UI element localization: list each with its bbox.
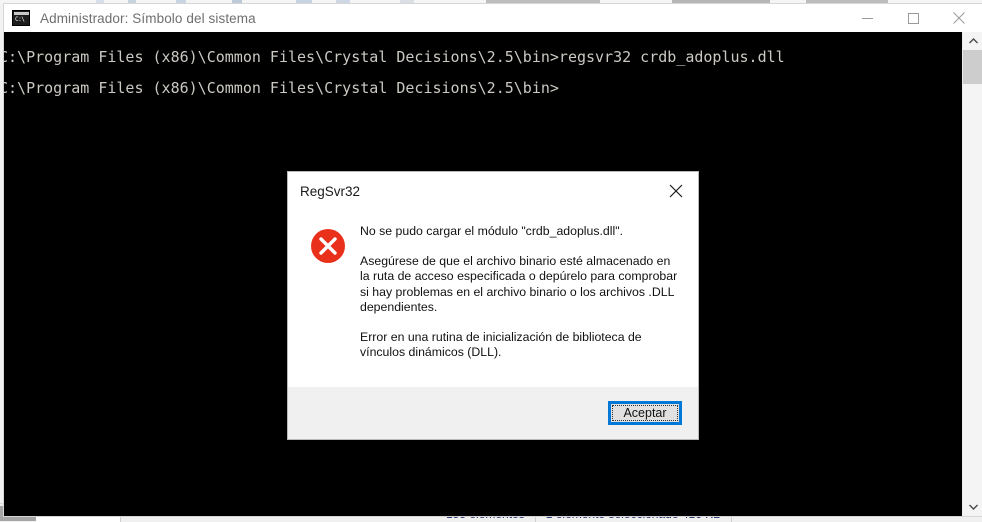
scroll-up-arrow[interactable] [963,32,982,50]
dialog-message-line-1: No se pudo cargar el módulo "crdb_adoplu… [360,224,624,238]
console-title-bar[interactable]: C:\ Administrador: Símbolo del sistema [4,4,982,32]
regsvr32-error-dialog: RegSvr32 No se pudo cargar el módulo "cr… [288,172,698,439]
close-icon [953,12,965,24]
command-prompt-icon-glyph: C:\ [15,16,25,23]
chevron-up-icon [968,38,978,44]
dialog-close-button[interactable] [654,172,698,210]
close-button[interactable] [936,4,982,32]
console-window-title: Administrador: Símbolo del sistema [40,10,256,26]
scroll-down-arrow[interactable] [963,498,982,516]
console-line-command: C:\Program Files (x86)\Common Files\Crys… [4,48,785,66]
console-vertical-scrollbar[interactable] [962,32,982,516]
dialog-footer: Aceptar [288,386,698,439]
dialog-title-bar[interactable]: RegSvr32 [288,172,698,210]
chevron-down-icon [968,504,978,510]
minimize-icon [861,17,873,19]
maximize-button[interactable] [890,4,936,32]
window-controls [844,4,982,32]
maximize-icon [907,12,919,24]
scroll-thumb[interactable] [963,50,982,84]
dialog-body: No se pudo cargar el módulo "crdb_adoplu… [288,210,698,387]
error-circle-x-icon [310,228,346,264]
dialog-message-line-3: Error en una rutina de inicialización de… [360,329,642,360]
screen-root: 155 elementos 1 elemento seleccionado 41… [0,0,982,522]
console-line-prompt: C:\Program Files (x86)\Common Files\Crys… [4,79,559,97]
command-prompt-icon: C:\ [12,10,30,26]
minimize-button[interactable] [844,4,890,32]
dialog-title: RegSvr32 [300,183,361,199]
close-icon [669,184,683,198]
dialog-message-line-2: Asegúrese de que el archivo binario esté… [360,253,678,315]
dialog-message: No se pudo cargar el módulo "crdb_adoplu… [360,224,680,361]
accept-button[interactable]: Aceptar [608,400,682,425]
